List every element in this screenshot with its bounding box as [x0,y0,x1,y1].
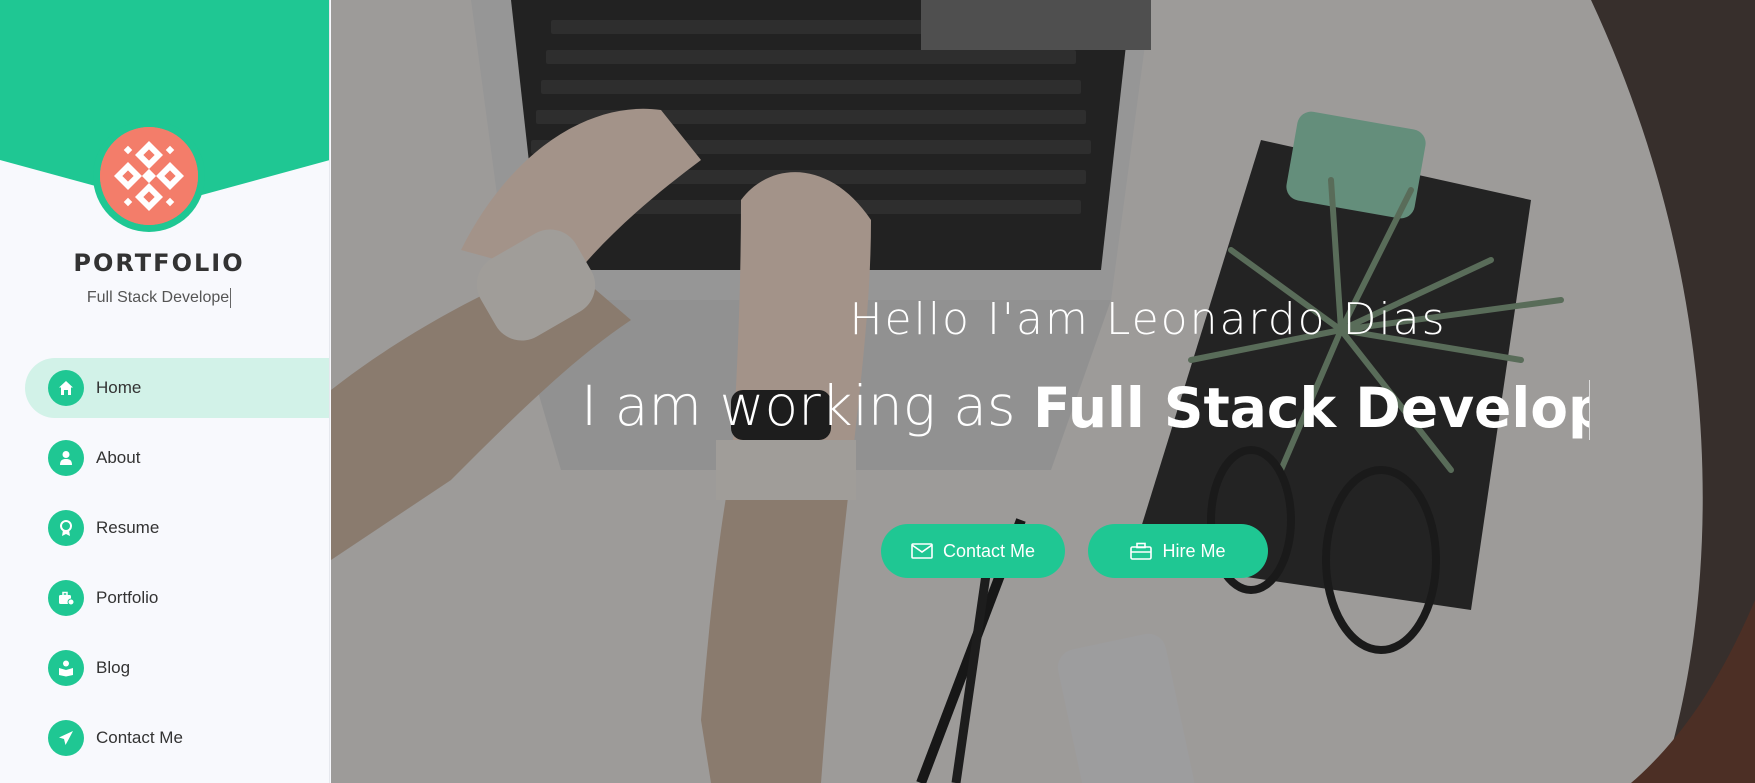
sidebar-item-portfolio[interactable]: Portfolio [0,568,329,628]
book-reader-icon [48,650,84,686]
contact-me-label: Contact Me [942,540,1036,561]
tagline-text: Full Stack Develope [86,289,230,307]
headline-role: Full Stack Develope [1033,375,1590,440]
brand-title: PORTFOLIO [73,249,245,277]
award-icon [48,510,84,546]
sidebar-item-about[interactable]: About [0,428,329,488]
typing-caret [1589,379,1591,440]
sidebar-item-resume[interactable]: Resume [0,498,329,558]
contact-me-button[interactable]: Contact Me [881,524,1065,578]
headline-prefix: I am working as [581,374,1016,438]
hire-me-label: Hire Me [1162,540,1226,561]
briefcase-icon [1130,542,1153,560]
sidebar-item-label: Contact Me [96,728,183,747]
sidebar-item-label: Portfolio [96,588,159,607]
sidebar: PORTFOLIO Full Stack Develope Home About… [0,0,330,783]
typing-caret [230,288,232,308]
hire-me-button[interactable]: Hire Me [1088,524,1268,578]
sidebar-item-blog[interactable]: Blog [0,638,329,698]
hero-greeting: Hello I'am Leonardo Dias [849,294,1447,345]
sidebar-item-label: About [96,448,141,467]
sidebar-item-label: Blog [96,658,131,677]
tagline: Full Stack Develope [0,288,318,308]
hero-headline: I am working as Full Stack Develope [581,374,1591,440]
paper-plane-icon [48,720,84,756]
sidebar-item-home[interactable]: Home [25,358,329,418]
sidebar-item-label: Home [96,378,142,397]
home-icon [48,370,84,406]
sidebar-item-label: Resume [96,518,160,537]
sidebar-item-contact[interactable]: Contact Me [0,708,329,768]
briefcase-icon [48,580,84,616]
envelope-icon [911,543,933,559]
user-icon [48,440,84,476]
avatar[interactable] [93,120,205,232]
sidebar-nav: Home About Resume Portfolio Blog Contact… [0,358,329,778]
hero-section: Hello I'am Leonardo Dias I am working as… [331,0,1755,783]
avatar-pattern-icon [100,127,198,225]
